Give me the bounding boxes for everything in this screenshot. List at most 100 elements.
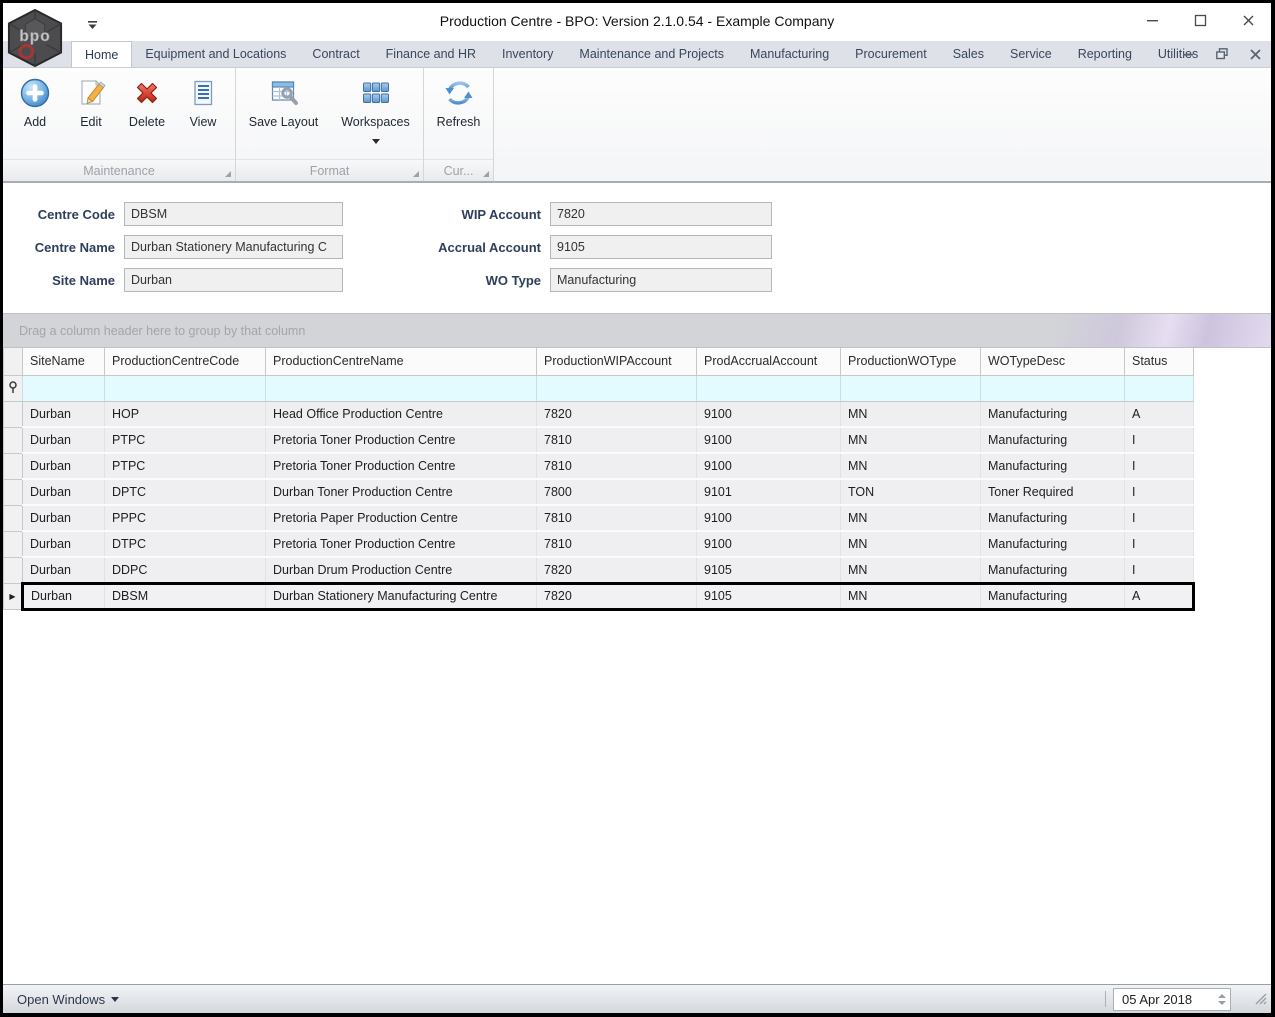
table-cell[interactable]: Durban Stationery Manufacturing Centre — [266, 583, 537, 609]
table-cell[interactable]: PTPC — [105, 453, 266, 479]
tab-equipment-and-locations[interactable]: Equipment and Locations — [132, 41, 299, 67]
delete-button[interactable]: Delete — [119, 72, 175, 129]
table-cell[interactable]: 7800 — [537, 479, 697, 505]
wo-type-field[interactable] — [550, 268, 772, 292]
table-cell[interactable]: Durban — [23, 557, 105, 583]
centre-name-field[interactable] — [124, 235, 343, 259]
table-cell[interactable]: Pretoria Toner Production Centre — [266, 531, 537, 557]
table-cell[interactable]: 7810 — [537, 453, 697, 479]
table-cell[interactable]: A — [1125, 583, 1194, 609]
minimize-button[interactable] — [1143, 11, 1161, 29]
tab-maintenance-and-projects[interactable]: Maintenance and Projects — [566, 41, 737, 67]
table-cell[interactable]: MN — [841, 453, 981, 479]
table-cell[interactable]: I — [1125, 505, 1194, 531]
table-cell[interactable]: Manufacturing — [981, 531, 1125, 557]
table-cell[interactable]: MN — [841, 505, 981, 531]
table-cell[interactable]: 9105 — [697, 557, 841, 583]
date-spinner[interactable] — [1214, 989, 1230, 1010]
table-cell[interactable]: DBSM — [105, 583, 266, 609]
table-cell[interactable]: 9100 — [697, 505, 841, 531]
table-row[interactable]: DurbanPTPCPretoria Toner Production Cent… — [4, 427, 1194, 453]
table-row[interactable]: DurbanDPTCDurban Toner Production Centre… — [4, 479, 1194, 505]
table-cell[interactable]: 7820 — [537, 583, 697, 609]
column-header-productioncentrecode[interactable]: ProductionCentreCode — [105, 348, 266, 375]
table-cell[interactable]: Manufacturing — [981, 557, 1125, 583]
table-row[interactable]: DurbanDDPCDurban Drum Production Centre7… — [4, 557, 1194, 583]
table-cell[interactable]: 9101 — [697, 479, 841, 505]
filter-cell[interactable] — [537, 375, 697, 401]
filter-cell[interactable] — [105, 375, 266, 401]
tab-procurement[interactable]: Procurement — [842, 41, 940, 67]
table-cell[interactable]: 7820 — [537, 557, 697, 583]
save-layout-button[interactable]: Save Layout — [241, 72, 327, 129]
wip-account-field[interactable] — [550, 202, 772, 226]
table-cell[interactable]: MN — [841, 557, 981, 583]
table-cell[interactable]: 7810 — [537, 531, 697, 557]
close-button[interactable] — [1239, 11, 1257, 29]
edit-button[interactable]: Edit — [63, 72, 119, 129]
refresh-button[interactable]: Refresh — [430, 72, 488, 129]
table-cell[interactable]: Manufacturing — [981, 401, 1125, 427]
filter-pin-icon[interactable] — [4, 375, 23, 401]
table-cell[interactable]: Toner Required — [981, 479, 1125, 505]
add-button[interactable]: Add — [7, 72, 63, 129]
table-cell[interactable]: Pretoria Toner Production Centre — [266, 427, 537, 453]
table-cell[interactable]: Manufacturing — [981, 505, 1125, 531]
maximize-button[interactable] — [1191, 11, 1209, 29]
dialog-launcher-icon[interactable] — [225, 171, 231, 177]
table-cell[interactable]: 9100 — [697, 453, 841, 479]
tab-sales[interactable]: Sales — [940, 41, 997, 67]
table-cell[interactable]: PTPC — [105, 427, 266, 453]
table-cell[interactable]: Durban — [23, 401, 105, 427]
table-cell[interactable]: MN — [841, 427, 981, 453]
table-cell[interactable]: I — [1125, 427, 1194, 453]
table-cell[interactable]: Pretoria Paper Production Centre — [266, 505, 537, 531]
filter-cell[interactable] — [697, 375, 841, 401]
table-cell[interactable]: Durban — [23, 453, 105, 479]
table-cell[interactable]: Durban — [23, 427, 105, 453]
filter-cell[interactable] — [266, 375, 537, 401]
site-name-field[interactable] — [124, 268, 343, 292]
table-cell[interactable]: DTPC — [105, 531, 266, 557]
column-header-productioncentrename[interactable]: ProductionCentreName — [266, 348, 537, 375]
table-cell[interactable]: Durban Toner Production Centre — [266, 479, 537, 505]
table-cell[interactable]: 9100 — [697, 427, 841, 453]
table-row[interactable]: ▶DurbanDBSMDurban Stationery Manufacturi… — [4, 583, 1194, 609]
filter-cell[interactable] — [1125, 375, 1194, 401]
table-cell[interactable]: Pretoria Toner Production Centre — [266, 453, 537, 479]
table-row[interactable]: DurbanPPPCPretoria Paper Production Cent… — [4, 505, 1194, 531]
column-header-productionwipaccount[interactable]: ProductionWIPAccount — [537, 348, 697, 375]
column-header-wotypedesc[interactable]: WOTypeDesc — [981, 348, 1125, 375]
table-row[interactable]: DurbanHOPHead Office Production Centre78… — [4, 401, 1194, 427]
tab-contract[interactable]: Contract — [299, 41, 372, 67]
workspaces-button[interactable]: Workspaces — [333, 72, 419, 149]
column-header-prodaccrualaccount[interactable]: ProdAccrualAccount — [697, 348, 841, 375]
table-cell[interactable]: Durban — [23, 531, 105, 557]
table-cell[interactable]: Durban Drum Production Centre — [266, 557, 537, 583]
tab-inventory[interactable]: Inventory — [489, 41, 566, 67]
spinner-down-icon[interactable] — [1218, 1001, 1226, 1005]
table-cell[interactable]: Manufacturing — [981, 453, 1125, 479]
table-row[interactable]: DurbanPTPCPretoria Toner Production Cent… — [4, 453, 1194, 479]
table-cell[interactable]: Manufacturing — [981, 427, 1125, 453]
table-cell[interactable]: A — [1125, 401, 1194, 427]
table-cell[interactable]: Head Office Production Centre — [266, 401, 537, 427]
table-cell[interactable]: 9100 — [697, 401, 841, 427]
table-cell[interactable]: HOP — [105, 401, 266, 427]
accrual-account-field[interactable] — [550, 235, 772, 259]
tab-finance-and-hr[interactable]: Finance and HR — [373, 41, 489, 67]
dialog-launcher-icon[interactable] — [413, 171, 419, 177]
table-cell[interactable]: 7810 — [537, 505, 697, 531]
table-cell[interactable]: 9105 — [697, 583, 841, 609]
column-header-status[interactable]: Status — [1125, 348, 1194, 375]
table-cell[interactable]: TON — [841, 479, 981, 505]
table-cell[interactable]: I — [1125, 479, 1194, 505]
filter-cell[interactable] — [23, 375, 105, 401]
resize-grip[interactable] — [1255, 992, 1267, 1010]
mdi-restore-button[interactable] — [1216, 48, 1228, 60]
tab-service[interactable]: Service — [997, 41, 1065, 67]
table-cell[interactable]: 7820 — [537, 401, 697, 427]
dialog-launcher-icon[interactable] — [483, 171, 489, 177]
spinner-up-icon[interactable] — [1218, 994, 1226, 998]
tab-reporting[interactable]: Reporting — [1065, 41, 1145, 67]
